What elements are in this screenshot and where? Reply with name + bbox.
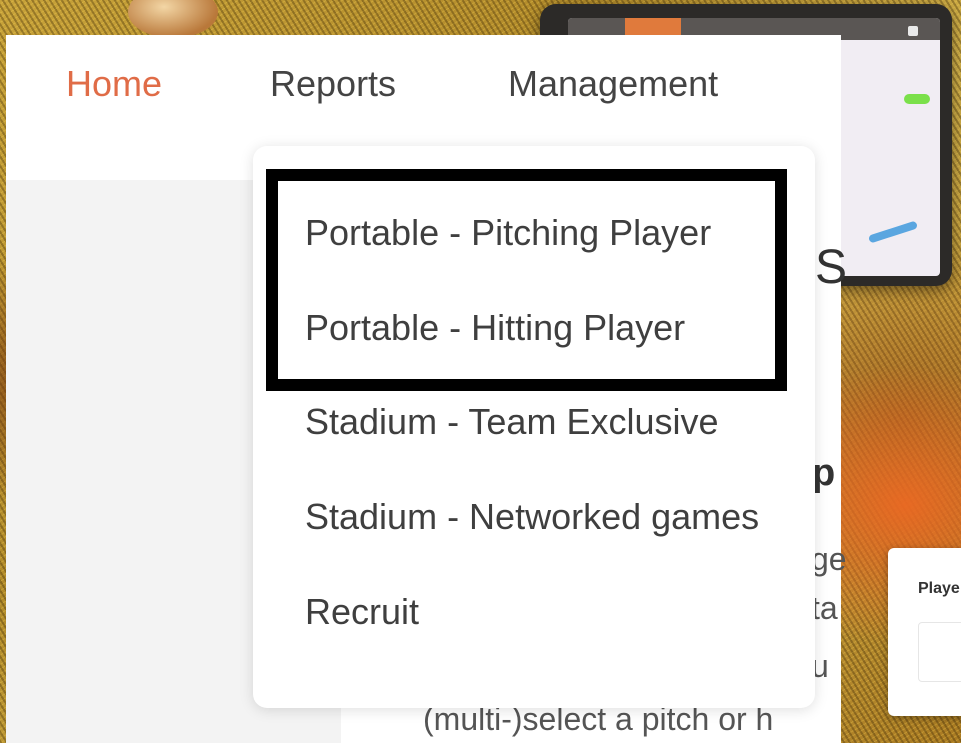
body-text-fragment: ta [811, 590, 838, 626]
section-heading-fragment: p [812, 452, 836, 494]
player-card-field[interactable] [918, 622, 961, 682]
dropdown-caret [314, 124, 362, 148]
menu-item-stadium-team-exclusive[interactable]: Stadium - Team Exclusive [305, 401, 719, 443]
background-ball [128, 0, 218, 38]
menu-item-portable-hitting-player[interactable]: Portable - Hitting Player [305, 307, 685, 349]
body-text-fragment: ge [811, 541, 847, 577]
menu-item-portable-pitching-player[interactable]: Portable - Pitching Player [305, 212, 711, 254]
menu-item-recruit[interactable]: Recruit [305, 591, 419, 633]
page-heading-fragment: S [815, 241, 848, 294]
nav-home-link[interactable]: Home [66, 63, 162, 105]
player-card: Playe [888, 548, 961, 716]
nav-management-link[interactable]: Management [508, 63, 718, 105]
menu-item-stadium-networked-games[interactable]: Stadium - Networked games [305, 496, 759, 538]
tablet-indicator [904, 94, 930, 104]
tablet-bat-graphic [867, 220, 919, 244]
player-card-label: Playe [918, 580, 960, 597]
nav-reports-link[interactable]: Reports [270, 63, 396, 105]
tablet-menu-icon [908, 26, 918, 36]
